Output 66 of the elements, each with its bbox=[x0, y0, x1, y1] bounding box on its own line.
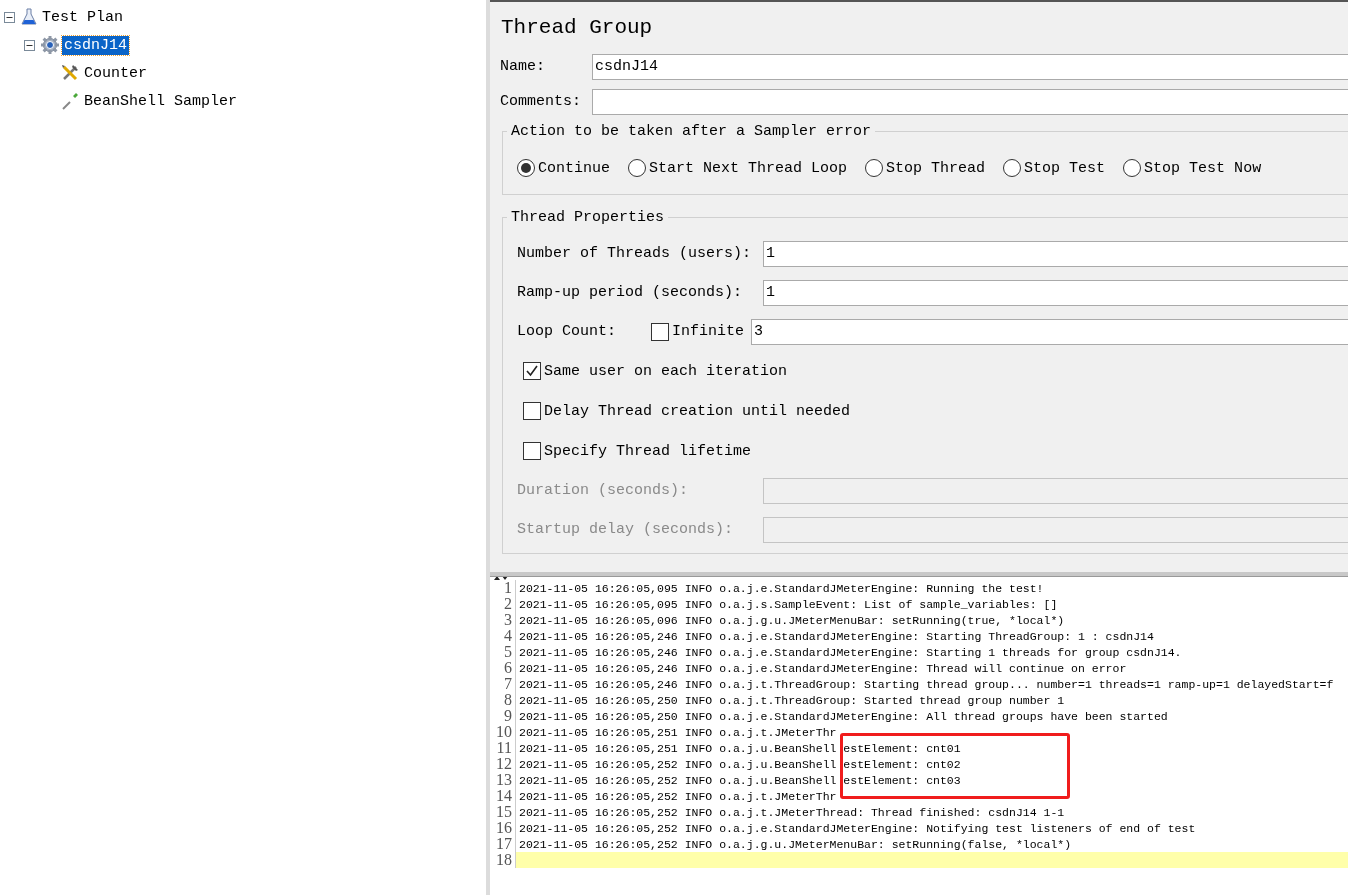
log-line: estElement: cnt01 bbox=[843, 741, 961, 755]
radio-label[interactable]: Continue bbox=[538, 159, 610, 177]
gear-icon bbox=[41, 36, 59, 54]
collapse-icon[interactable] bbox=[4, 11, 15, 23]
radio-label[interactable]: Start Next Thread Loop bbox=[649, 159, 848, 177]
input-field[interactable]: 3 bbox=[751, 318, 1348, 345]
log-line: 2021-11-05 16:26:05,246 INFO o.a.j.e.StandardJMeterEngine: Thread will continue on error bbox=[518, 661, 1127, 675]
input-field[interactable] bbox=[763, 516, 1348, 543]
field-label: Number of Threads (users): bbox=[517, 245, 753, 262]
log-line: 2021-11-05 16:26:05,096 INFO o.a.j.g.u.JMeterMenuBar: setRunning(true, *local*) bbox=[518, 613, 1065, 627]
log-line: 2021-11-05 16:26:05,250 INFO o.a.j.e.StandardJMeterEngine: All thread groups have been started bbox=[518, 709, 1168, 723]
radio-button[interactable] bbox=[628, 159, 646, 177]
field-label: Loop Count: bbox=[517, 323, 618, 340]
log-line: 2021-11-05 16:26:05,251 INFO o.a.j.t.JMeterThr bbox=[518, 725, 837, 739]
field-label: Ramp-up period (seconds): bbox=[517, 284, 744, 301]
radio-button[interactable] bbox=[1003, 159, 1022, 177]
radio-label[interactable]: Stop Test bbox=[1024, 159, 1106, 177]
radio-label[interactable]: Stop Thread bbox=[886, 159, 986, 177]
panel-title: Thread Group bbox=[501, 16, 654, 39]
log-line: estElement: cnt02 bbox=[843, 757, 961, 771]
tools-icon bbox=[61, 64, 79, 82]
log-line: estElement: cnt03 bbox=[843, 773, 961, 787]
field-label: Startup delay (seconds): bbox=[517, 521, 735, 538]
checkbox-label[interactable]: Delay Thread creation until needed bbox=[544, 402, 851, 420]
input-field[interactable]: 1 bbox=[763, 240, 1348, 267]
checkbox-label[interactable]: Same user on each iteration bbox=[544, 362, 788, 380]
input-field[interactable] bbox=[763, 477, 1348, 504]
group-title: Action to be taken after a Sampler error bbox=[510, 123, 873, 140]
tree-item[interactable]: BeanShell Sampler bbox=[82, 91, 240, 111]
checkbox[interactable] bbox=[523, 362, 541, 380]
collapse-icon[interactable] bbox=[24, 39, 35, 51]
radio-button[interactable] bbox=[865, 159, 884, 177]
dropper-icon bbox=[61, 92, 79, 110]
field-label: Duration (seconds): bbox=[517, 482, 690, 499]
log-line: 2021-11-05 16:26:05,252 INFO o.a.j.e.StandardJMeterEngine: Notifying test listeners of end of test bbox=[518, 821, 1196, 835]
radio-button[interactable] bbox=[1123, 159, 1142, 177]
checkbox[interactable] bbox=[523, 442, 541, 460]
log-line: 2021-11-05 16:26:05,246 INFO o.a.j.e.StandardJMeterEngine: Starting 1 threads for group csdnJ14. bbox=[518, 645, 1182, 659]
checkbox[interactable] bbox=[651, 322, 669, 341]
input-field[interactable]: 1 bbox=[763, 279, 1348, 306]
input-field[interactable]: csdnJ14 bbox=[592, 53, 1348, 80]
group-title: Thread Properties bbox=[510, 209, 666, 226]
log-line: 2021-11-05 16:26:05,246 INFO o.a.j.t.ThreadGroup: Starting thread group... number=1 threads=1 ramp-up=1 delayedStart=f bbox=[518, 677, 1334, 691]
flask-icon bbox=[21, 8, 37, 26]
tree-item[interactable]: csdnJ14 bbox=[62, 35, 129, 55]
field-label: Comments: bbox=[500, 93, 582, 110]
input-field[interactable] bbox=[592, 88, 1348, 115]
log-line: 2021-11-05 16:26:05,095 INFO o.a.j.s.SampleEvent: List of sample_variables: [] bbox=[518, 597, 1058, 611]
checkbox[interactable] bbox=[523, 402, 541, 420]
radio-label[interactable]: Stop Test Now bbox=[1144, 159, 1262, 177]
line-number: 18 bbox=[490, 852, 516, 868]
log-line: 2021-11-05 16:26:05,252 INFO o.a.j.u.BeanShell bbox=[518, 757, 837, 771]
log-line: 2021-11-05 16:26:05,252 INFO o.a.j.t.JMeterThread: Thread finished: csdnJ14 1-1 bbox=[518, 805, 1065, 819]
field-label: Name: bbox=[500, 58, 546, 75]
log-line: 2021-11-05 16:26:05,252 INFO o.a.j.g.u.JMeterMenuBar: setRunning(false, *local*) bbox=[518, 837, 1072, 851]
log-line: 2021-11-05 16:26:05,252 INFO o.a.j.t.JMeterThr bbox=[518, 789, 837, 803]
log-line: 2021-11-05 16:26:05,252 INFO o.a.j.u.BeanShell bbox=[518, 773, 837, 787]
checkbox-label[interactable]: Infinite bbox=[672, 323, 744, 340]
tree-item[interactable]: Test Plan bbox=[40, 7, 125, 27]
log-line: 2021-11-05 16:26:05,095 INFO o.a.j.e.StandardJMeterEngine: Running the test! bbox=[518, 581, 1044, 595]
log-line: 2021-11-05 16:26:05,251 INFO o.a.j.u.BeanShell bbox=[518, 741, 837, 755]
checkbox-label[interactable]: Specify Thread lifetime bbox=[544, 442, 752, 460]
radio-button[interactable] bbox=[517, 159, 535, 177]
log-line: 2021-11-05 16:26:05,246 INFO o.a.j.e.StandardJMeterEngine: Starting ThreadGroup: 1 : csdnJ14 bbox=[518, 629, 1154, 643]
log-line: 2021-11-05 16:26:05,250 INFO o.a.j.t.ThreadGroup: Started thread group number 1 bbox=[518, 693, 1065, 707]
tree-item[interactable]: Counter bbox=[82, 63, 149, 83]
